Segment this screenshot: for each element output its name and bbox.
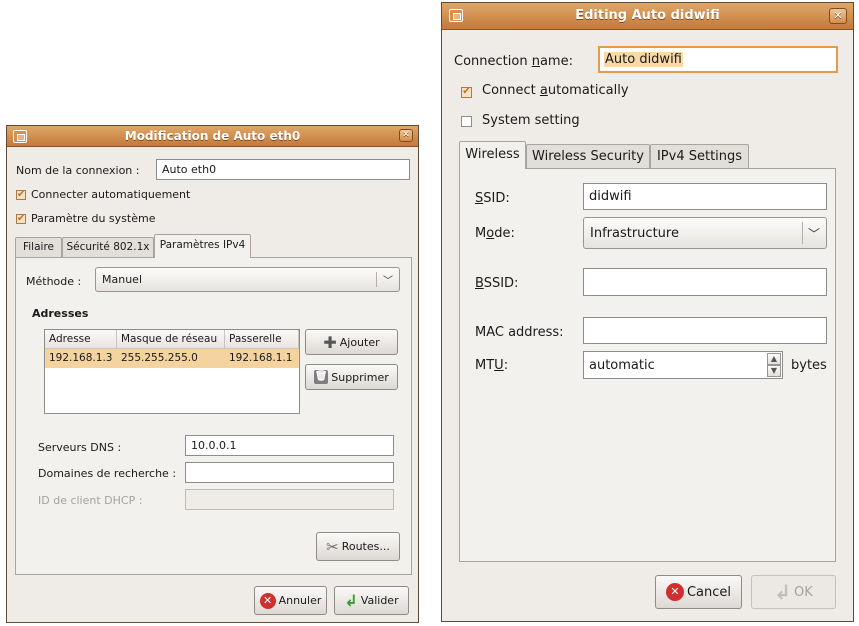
ok-button-label: Valider [360, 594, 399, 607]
ssid-value: didwifi [589, 189, 632, 204]
cancel-icon: ✕ [665, 583, 684, 601]
tab-ipv4-settings-label: IPv4 Settings [656, 149, 743, 164]
trash-icon: 🗑 [314, 370, 329, 384]
mode-label: Mode: [475, 226, 515, 241]
ipv4-settings-panel: Méthode : Manuel ﹀ Adresses Adresse Masq… [15, 257, 412, 575]
delete-button[interactable]: 🗑 Supprimer [305, 364, 398, 390]
cell-adresse: 192.168.1.3 [49, 352, 113, 364]
combo-separator [376, 272, 377, 287]
dns-servers-value: 10.0.0.1 [191, 439, 237, 452]
ok-check-icon: ↲ [344, 591, 358, 610]
add-icon: ✚ [323, 332, 337, 352]
delete-button-label: Supprimer [331, 370, 389, 384]
ok-button-label: OK [794, 584, 813, 600]
ssid-field[interactable]: didwifi [583, 183, 827, 210]
routes-button[interactable]: ✂ Routes... [316, 532, 400, 561]
mtu-label: MTU: [475, 358, 509, 373]
combo-separator [802, 222, 803, 244]
cancel-icon: ✕ [259, 592, 276, 609]
ssid-label: SSID: [475, 191, 510, 206]
tab-ipv4-settings[interactable]: IPv4 Settings [650, 144, 749, 169]
connection-name-field[interactable]: Auto didwifi [598, 46, 838, 73]
dhcp-client-id-label: ID de client DHCP : [38, 494, 143, 507]
mode-value: Infrastructure [590, 225, 679, 241]
connect-automatically-label: Connecter automatiquement [31, 188, 191, 201]
mac-address-label: MAC address: [475, 325, 564, 340]
cancel-button[interactable]: ✕ Annuler [254, 586, 327, 615]
right-titlebar[interactable]: Editing Auto didwifi ✕ [442, 3, 853, 30]
chevron-down-icon: ﹀ [383, 276, 393, 287]
tab-filaire-label: Filaire [22, 241, 54, 253]
add-button[interactable]: ✚ Ajouter [305, 329, 398, 355]
column-header-passerelle[interactable]: Passerelle [225, 330, 299, 349]
mtu-spin-up-icon[interactable]: ▲ [767, 353, 781, 365]
method-combo[interactable]: Manuel ﹀ [95, 267, 400, 292]
mtu-value: automatic [589, 357, 655, 373]
cancel-button[interactable]: ✕ Cancel [655, 575, 742, 609]
cancel-button-label: Annuler [278, 594, 322, 607]
tools-icon: ✂ [326, 537, 339, 556]
close-icon[interactable]: ✕ [399, 129, 413, 142]
column-header-masque[interactable]: Masque de réseau [117, 330, 225, 349]
tab-wireless-label: Wireless [465, 147, 520, 162]
connection-name-value: Auto didwifi [604, 52, 683, 67]
system-param-checkbox[interactable]: ✔ [16, 214, 26, 224]
mtu-unit-label: bytes [791, 358, 827, 373]
bssid-field[interactable] [583, 268, 827, 296]
system-setting-label: System setting [482, 113, 580, 128]
connection-name-label: Nom de la connexion : [16, 164, 140, 177]
cell-masque: 255.255.255.0 [121, 352, 198, 364]
cell-passerelle: 192.168.1.1 [229, 352, 293, 364]
chevron-down-icon: ﹀ [807, 227, 820, 241]
ok-button[interactable]: ↲ Valider [334, 586, 409, 615]
mtu-spin-down-icon[interactable]: ▼ [767, 365, 781, 377]
dns-servers-label: Serveurs DNS : [38, 441, 122, 454]
connection-name-value: Auto eth0 [162, 163, 217, 176]
right-dialog-title: Editing Auto didwifi [575, 8, 720, 23]
left-titlebar[interactable]: Modification de Auto eth0 ✕ [7, 126, 418, 147]
method-value: Manuel [102, 273, 142, 286]
connect-automatically-checkbox[interactable]: ✔ [461, 87, 472, 98]
routes-button-label: Routes... [341, 540, 390, 553]
tab-securite-label: Sécurité 802.1x [66, 241, 150, 253]
tab-ipv4-label: Paramètres IPv4 [159, 239, 246, 251]
ok-arrow-icon: ↲ [774, 580, 791, 604]
window-icon [449, 9, 463, 22]
connect-automatically-checkbox[interactable]: ✔ [16, 190, 26, 200]
tab-wireless-security[interactable]: Wireless Security [526, 144, 650, 169]
tab-filaire[interactable]: Filaire [15, 237, 62, 257]
dialog-editing-auto-didwifi: Editing Auto didwifi ✕ Connection name: … [441, 2, 854, 622]
add-button-label: Ajouter [339, 335, 380, 349]
mode-combo[interactable]: Infrastructure ﹀ [583, 217, 827, 249]
connection-name-field[interactable]: Auto eth0 [156, 159, 410, 180]
mac-address-field[interactable] [583, 317, 827, 344]
system-param-label: Paramètre du système [31, 212, 156, 225]
close-icon[interactable]: ✕ [829, 8, 847, 24]
tab-wireless-security-label: Wireless Security [532, 149, 644, 164]
cancel-button-label: Cancel [686, 584, 732, 600]
mtu-field[interactable]: automatic [583, 351, 783, 379]
wireless-settings-panel: SSID: didwifi Mode: Infrastructure ﹀ BSS… [459, 168, 836, 562]
tab-wireless[interactable]: Wireless [459, 141, 526, 169]
addresses-heading: Adresses [32, 307, 89, 320]
tab-securite-8021x[interactable]: Sécurité 802.1x [62, 237, 154, 257]
method-label: Méthode : [26, 275, 82, 288]
dns-servers-field[interactable]: 10.0.0.1 [185, 435, 394, 456]
connection-name-label: Connection name: [454, 54, 573, 69]
system-setting-checkbox[interactable] [461, 116, 472, 127]
dhcp-client-id-field [185, 489, 394, 510]
dialog-modification-auto-eth0: Modification de Auto eth0 ✕ Nom de la co… [6, 125, 419, 623]
search-domains-field[interactable] [185, 462, 394, 483]
left-dialog-title: Modification de Auto eth0 [124, 129, 301, 143]
bssid-label: BSSID: [475, 276, 519, 291]
search-domains-label: Domaines de recherche : [38, 467, 177, 480]
addresses-table[interactable]: Adresse Masque de réseau Passerelle 192.… [44, 329, 300, 414]
connect-automatically-label: Connect automatically [482, 83, 629, 98]
window-icon [13, 130, 27, 143]
ok-button[interactable]: ↲ OK [751, 575, 836, 609]
tab-parametres-ipv4[interactable]: Paramètres IPv4 [154, 234, 251, 258]
column-header-adresse[interactable]: Adresse [45, 330, 117, 349]
table-row[interactable]: 192.168.1.3 255.255.255.0 192.168.1.1 [45, 349, 299, 368]
